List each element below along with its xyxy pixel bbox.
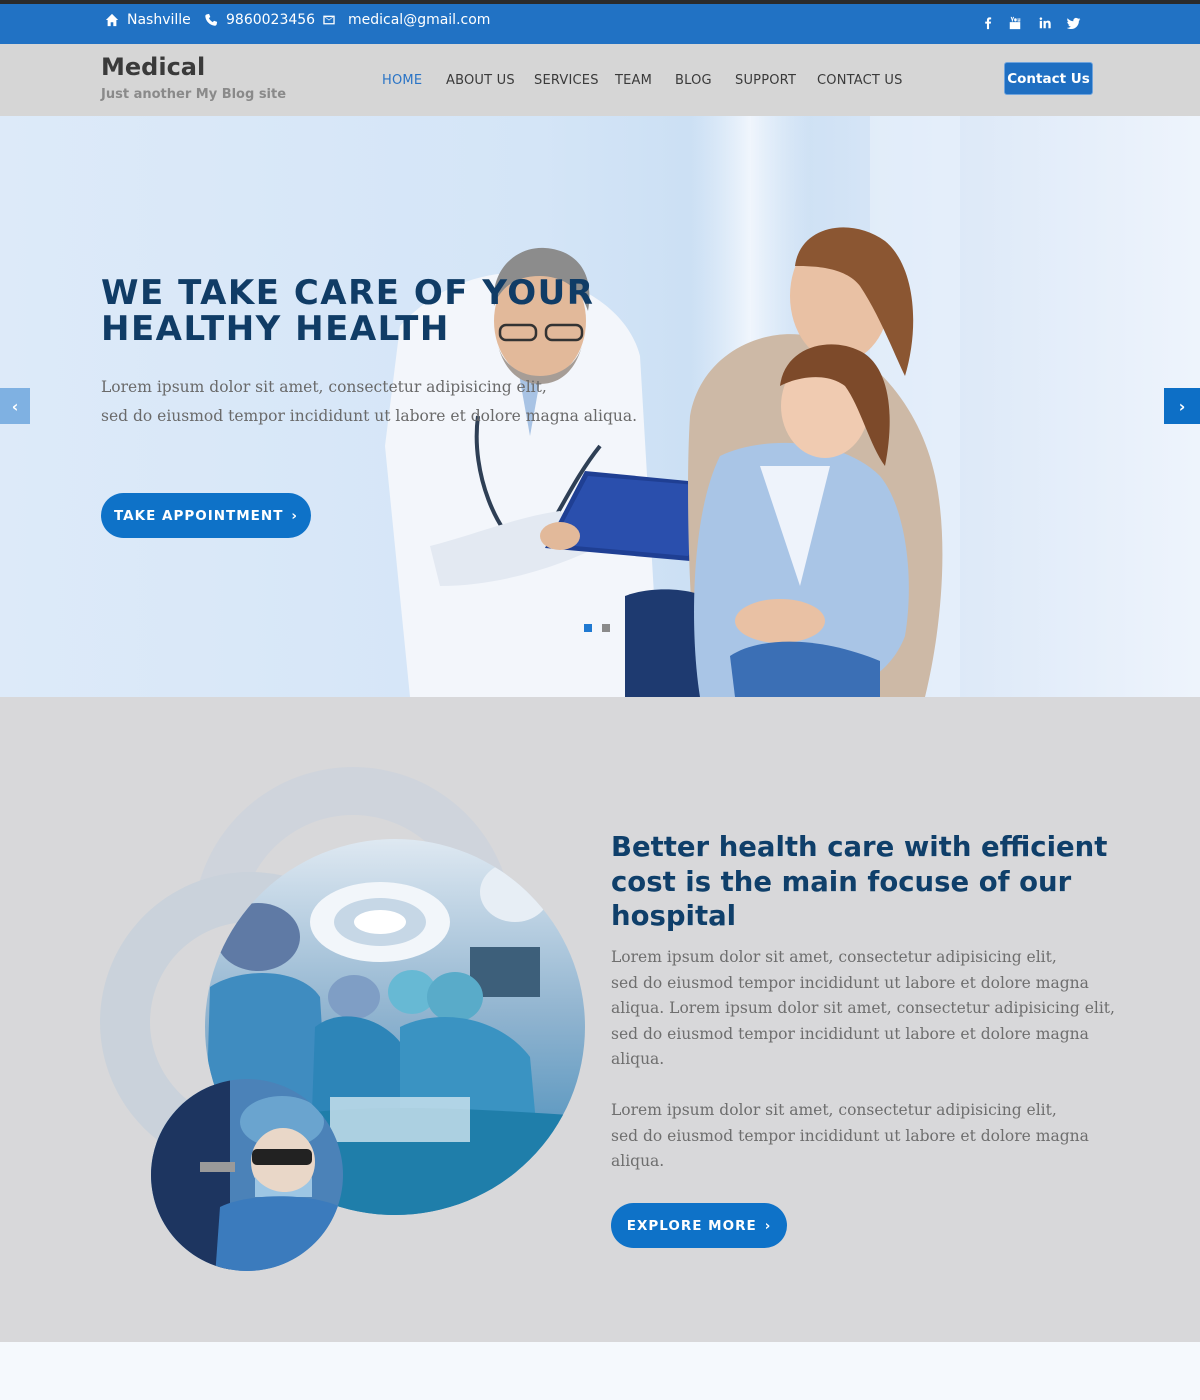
chevron-left-icon: ‹ <box>11 396 19 416</box>
nav-team[interactable]: TEAM <box>615 73 652 88</box>
slider-dot[interactable] <box>602 624 610 632</box>
hero-title-line: HEALTHY HEALTH <box>101 309 450 349</box>
nav-services[interactable]: SERVICES <box>534 73 599 88</box>
about-paragraph-1: Lorem ipsum dolor sit amet, consectetur … <box>611 945 1115 1073</box>
about-heading-line: hospital <box>611 900 737 932</box>
nav-blog[interactable]: BLOG <box>675 73 712 88</box>
hero-title-line: WE TAKE CARE OF YOUR <box>101 273 595 313</box>
explore-more-button[interactable]: EXPLORE MORE › <box>611 1203 787 1248</box>
about-heading-line: cost is the main focuse of our <box>611 865 1072 898</box>
about-text-line: Lorem ipsum dolor sit amet, consectetur … <box>611 948 1057 966</box>
about-heading: Better health care with efficient cost i… <box>611 830 1108 934</box>
facebook-icon[interactable] <box>980 16 996 32</box>
nav-home[interactable]: HOME <box>382 73 422 88</box>
site-header: Medical Just another My Blog site HOME A… <box>0 44 1200 116</box>
nav-contact-us[interactable]: CONTACT US <box>817 73 903 88</box>
explore-more-label: EXPLORE MORE <box>626 1217 757 1234</box>
top-info-bar: Nashville 9860023456 medical@gmail.com <box>0 4 1200 44</box>
home-icon <box>105 13 119 27</box>
slider-next-button[interactable]: › <box>1164 388 1200 424</box>
contact-us-button[interactable]: Contact Us <box>1004 62 1093 95</box>
youtube-icon[interactable] <box>1007 16 1023 32</box>
location-info: Nashville <box>105 12 191 28</box>
about-text-line: sed do eiusmod tempor incididunt ut labo… <box>611 1126 1089 1145</box>
take-appointment-button[interactable]: TAKE APPOINTMENT › <box>101 493 311 538</box>
about-paragraph-2: Lorem ipsum dolor sit amet, consectetur … <box>611 1098 1091 1175</box>
location-text: Nashville <box>127 12 191 28</box>
phone-text: 9860023456 <box>226 12 316 28</box>
twitter-icon[interactable] <box>1066 16 1082 32</box>
slider-dot-active[interactable] <box>584 624 592 632</box>
hero-title: WE TAKE CARE OF YOUR HEALTHY HEALTH <box>101 275 621 347</box>
hero-text-line: Lorem ipsum dolor sit amet, consectetur … <box>101 378 547 396</box>
about-section: Better health care with efficient cost i… <box>0 697 1200 1342</box>
about-text-line: sed do eiusmod tempor incididunt ut labo… <box>611 1024 1089 1043</box>
take-appointment-label: TAKE APPOINTMENT <box>114 507 284 524</box>
slider-prev-button[interactable]: ‹ <box>0 388 30 424</box>
site-title[interactable]: Medical <box>101 53 205 81</box>
hero-text-line: sed do eiusmod tempor incididunt ut labo… <box>101 407 638 425</box>
about-heading-line: Better health care with efficient <box>611 831 1108 863</box>
nav-about-us[interactable]: ABOUT US <box>446 73 515 88</box>
envelope-icon <box>323 15 335 25</box>
chevron-right-icon: › <box>291 507 298 524</box>
phone-icon <box>205 13 218 26</box>
site-tagline: Just another My Blog site <box>101 87 287 102</box>
about-text-line: sed do eiusmod tempor incididunt ut labo… <box>611 973 1089 992</box>
chevron-right-icon: › <box>1178 396 1186 416</box>
next-section-start <box>0 1342 1200 1400</box>
about-text-line: aliqua. <box>611 1152 665 1170</box>
hero-description: Lorem ipsum dolor sit amet, consectetur … <box>101 373 638 431</box>
about-text-line: aliqua. Lorem ipsum dolor sit amet, cons… <box>611 999 1115 1017</box>
linkedin-icon[interactable] <box>1037 16 1053 32</box>
phone-info[interactable]: 9860023456 <box>204 12 315 28</box>
email-info[interactable]: medical@gmail.com <box>322 12 490 28</box>
chevron-right-icon: › <box>764 1217 772 1234</box>
about-text-line: Lorem ipsum dolor sit amet, consectetur … <box>611 1101 1057 1119</box>
hero-slider: WE TAKE CARE OF YOUR HEALTHY HEALTH Lore… <box>0 116 1200 697</box>
about-text-line: aliqua. <box>611 1050 665 1068</box>
email-text: medical@gmail.com <box>348 12 491 28</box>
nav-support[interactable]: SUPPORT <box>735 73 796 88</box>
